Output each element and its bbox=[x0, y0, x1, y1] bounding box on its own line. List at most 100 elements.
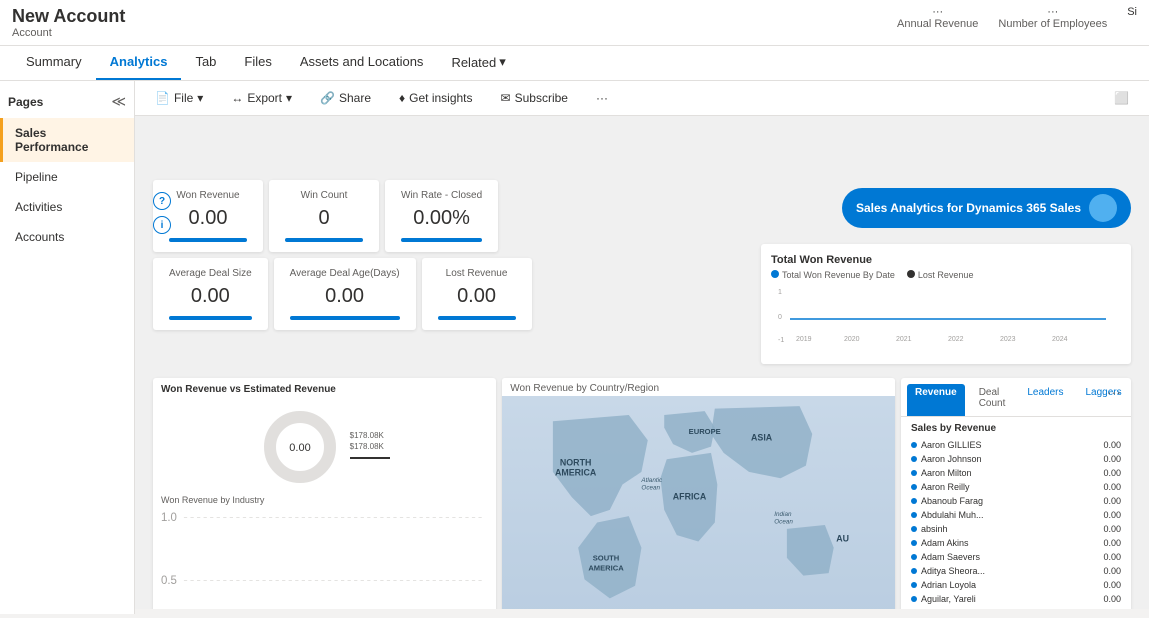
sales-name: Abanoub Farag bbox=[911, 496, 983, 506]
sales-dot bbox=[911, 596, 917, 602]
top-header: New Account Account ··· Annual Revenue ·… bbox=[0, 0, 1149, 46]
sales-name: Ahmad Saad bbox=[911, 608, 973, 609]
branding-icon bbox=[1089, 194, 1117, 222]
sales-name: Aaron Reilly bbox=[911, 482, 970, 492]
sales-value: 0.00 bbox=[1103, 510, 1121, 520]
sales-row: Aguilar, Yareli 0.00 bbox=[911, 592, 1121, 606]
svg-text:2023: 2023 bbox=[1000, 336, 1016, 343]
sales-person-name: Adam Saevers bbox=[921, 552, 980, 562]
info-icon-1[interactable]: ? bbox=[153, 192, 171, 210]
sales-name: Abdulahi Muh... bbox=[911, 510, 984, 520]
tab-deal-count[interactable]: Deal Count bbox=[971, 384, 1014, 416]
sidebar-item-accounts[interactable]: Accounts bbox=[0, 222, 134, 252]
annual-revenue-label: ··· bbox=[897, 6, 978, 18]
svg-text:2022: 2022 bbox=[948, 336, 964, 343]
tab-related[interactable]: Related ▾ bbox=[437, 46, 519, 80]
sales-row: Aaron Johnson 0.00 bbox=[911, 452, 1121, 466]
avg-deal-size-bar bbox=[169, 316, 252, 320]
annual-revenue-value: Annual Revenue bbox=[897, 18, 978, 30]
collapse-icon[interactable]: ≪ bbox=[111, 93, 126, 110]
branding-label: Sales Analytics for Dynamics 365 Sales bbox=[856, 201, 1081, 215]
svg-text:Ocean: Ocean bbox=[775, 519, 794, 526]
win-count-label: Win Count bbox=[285, 190, 363, 201]
charts-row: Won Revenue vs Estimated Revenue 0.00 $1… bbox=[153, 378, 1131, 609]
sales-person-name: Aaron Reilly bbox=[921, 482, 970, 492]
svg-text:1.0: 1.0 bbox=[161, 510, 177, 524]
tab-assets-locations[interactable]: Assets and Locations bbox=[286, 46, 438, 80]
header-left: New Account Account bbox=[12, 6, 125, 39]
svg-text:Ocean: Ocean bbox=[642, 485, 661, 492]
sales-row: Aaron Reilly 0.00 bbox=[911, 480, 1121, 494]
sales-name: Aguilar, Yareli bbox=[911, 594, 976, 604]
svg-text:AFRICA: AFRICA bbox=[673, 492, 707, 502]
sales-person-name: Aditya Sheora... bbox=[921, 566, 985, 576]
report-area: ? i Sales Analytics for Dynamics 365 Sal… bbox=[135, 116, 1149, 609]
sales-value: 0.00 bbox=[1103, 524, 1121, 534]
report-wrapper: ? i Sales Analytics for Dynamics 365 Sal… bbox=[143, 180, 1141, 609]
more-options-button[interactable]: ··· bbox=[588, 87, 616, 109]
avg-deal-age-bar bbox=[290, 316, 400, 320]
sub-label-2: $178.08K bbox=[350, 442, 390, 451]
chevron-down-icon: ▾ bbox=[286, 91, 292, 105]
chevron-down-icon: ▾ bbox=[499, 54, 506, 70]
avg-deal-size-label: Average Deal Size bbox=[169, 268, 252, 279]
share-button[interactable]: 🔗 Share bbox=[312, 87, 379, 109]
sales-name: Aaron Milton bbox=[911, 468, 972, 478]
svg-text:0.00: 0.00 bbox=[289, 442, 310, 454]
subscribe-button[interactable]: ✉ Subscribe bbox=[493, 87, 576, 109]
sales-person-name: Aaron Johnson bbox=[921, 454, 982, 464]
get-insights-button[interactable]: ♦ Get insights bbox=[391, 87, 481, 109]
employees-field: ··· Number of Employees bbox=[998, 6, 1107, 30]
sales-row: Adrian Loyola 0.00 bbox=[911, 578, 1121, 592]
sidebar-item-activities[interactable]: Activities bbox=[0, 192, 134, 222]
sidebar-item-sales-performance[interactable]: Sales Performance bbox=[0, 118, 134, 162]
sales-person-name: Aguilar, Yareli bbox=[921, 594, 976, 604]
sales-dot bbox=[911, 484, 917, 490]
more-options-icon[interactable]: ··· bbox=[1107, 384, 1121, 400]
subscribe-icon: ✉ bbox=[501, 91, 511, 105]
tab-files[interactable]: Files bbox=[230, 46, 285, 80]
line-chart-svg: 1 0 -1 2019 2020 2021 2022 bbox=[771, 284, 1121, 344]
tab-analytics[interactable]: Analytics bbox=[96, 46, 182, 80]
donut-chart-svg: 0.00 bbox=[260, 407, 340, 487]
page-title: New Account bbox=[12, 6, 125, 27]
sub-label-1: $178.08K bbox=[350, 431, 390, 440]
sidebar-header: Pages ≪ bbox=[0, 89, 134, 118]
sales-row: Abanoub Farag 0.00 bbox=[911, 494, 1121, 508]
export-button[interactable]: ↔ Export ▾ bbox=[223, 87, 300, 109]
tab-laggers[interactable]: Laggers bbox=[1078, 384, 1130, 416]
sales-dot bbox=[911, 442, 917, 448]
sales-row: Adam Saevers 0.00 bbox=[911, 550, 1121, 564]
sidebar-item-pipeline[interactable]: Pipeline bbox=[0, 162, 134, 192]
expand-button[interactable]: ⬜ bbox=[1106, 87, 1137, 109]
map-panel: Won Revenue by Country/Region bbox=[502, 378, 895, 609]
tab-summary[interactable]: Summary bbox=[12, 46, 96, 80]
info-icon-area: ? i bbox=[153, 192, 171, 234]
tab-leaders[interactable]: Leaders bbox=[1019, 384, 1071, 416]
svg-text:2020: 2020 bbox=[844, 336, 860, 343]
sidebar: Pages ≪ Sales Performance Pipeline Activ… bbox=[0, 81, 135, 614]
kpi-card-lost-revenue: Lost Revenue 0.00 bbox=[422, 258, 532, 330]
tab-tab[interactable]: Tab bbox=[181, 46, 230, 80]
export-icon: ↔ bbox=[231, 91, 243, 105]
sales-dot bbox=[911, 582, 917, 588]
other-field: Si bbox=[1127, 6, 1137, 30]
file-button[interactable]: 📄 File ▾ bbox=[147, 87, 211, 109]
sales-person-name: Aaron Milton bbox=[921, 468, 972, 478]
won-vs-estimated-panel: Won Revenue vs Estimated Revenue 0.00 $1… bbox=[153, 378, 496, 609]
won-revenue-label: Won Revenue bbox=[169, 190, 247, 201]
legend-lost: Lost Revenue bbox=[907, 270, 974, 280]
svg-text:0: 0 bbox=[778, 314, 782, 321]
world-map-svg: NORTH AMERICA EUROPE ASIA AFRICA SOUTH A… bbox=[502, 396, 895, 609]
sales-value: 0.00 bbox=[1103, 580, 1121, 590]
info-icon-2[interactable]: i bbox=[153, 216, 171, 234]
win-rate-value: 0.00% bbox=[401, 207, 482, 230]
svg-text:SOUTH: SOUTH bbox=[593, 553, 620, 562]
tab-revenue[interactable]: Revenue bbox=[907, 384, 965, 416]
main-layout: Pages ≪ Sales Performance Pipeline Activ… bbox=[0, 81, 1149, 614]
header-right: ··· Annual Revenue ··· Number of Employe… bbox=[897, 6, 1137, 30]
sales-dot bbox=[911, 512, 917, 518]
sales-row: Aaron GILLIES 0.00 bbox=[911, 438, 1121, 452]
chevron-down-icon: ▾ bbox=[197, 91, 203, 105]
kpi-card-avg-deal-age: Average Deal Age(Days) 0.00 bbox=[274, 258, 416, 330]
